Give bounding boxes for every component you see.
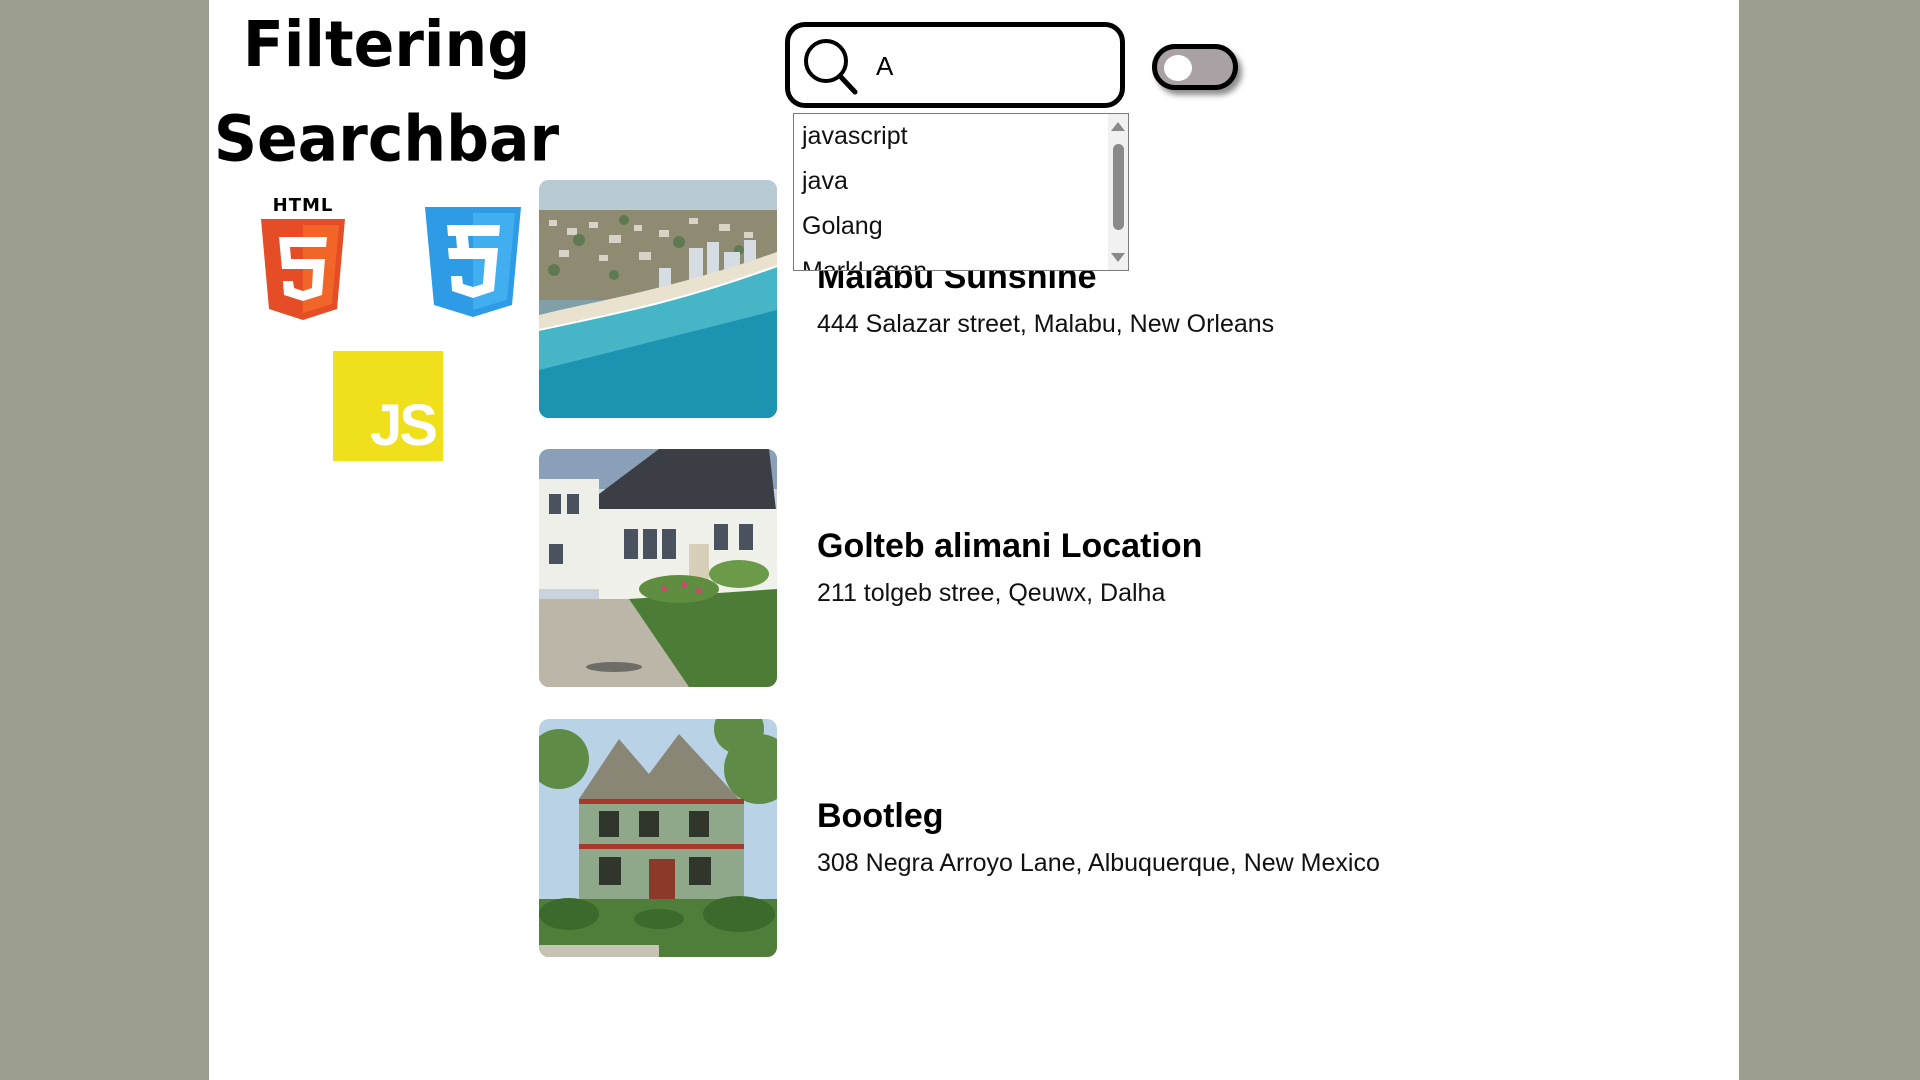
title-line-1: Filtering — [242, 8, 531, 82]
search-box[interactable]: A — [785, 22, 1125, 108]
white-house-photo — [539, 449, 777, 687]
theme-toggle[interactable] — [1152, 44, 1238, 90]
scroll-thumb[interactable] — [1113, 144, 1124, 230]
html5-shield-icon — [261, 219, 345, 320]
scroll-up-arrow-icon[interactable] — [1111, 122, 1125, 131]
dropdown-option[interactable]: Golang — [794, 204, 1128, 249]
toggle-knob — [1164, 55, 1192, 81]
css3-shield-icon — [425, 207, 521, 317]
dropdown-option[interactable]: java — [794, 159, 1128, 204]
listing-title[interactable]: Golteb alimani Location — [817, 527, 1202, 566]
html-logo-caption: HTML — [272, 195, 334, 216]
scroll-down-arrow-icon[interactable] — [1111, 253, 1125, 262]
dropdown-scrollbar[interactable] — [1108, 114, 1128, 270]
title-line-2: Searchbar — [213, 102, 560, 177]
javascript-logo-icon: JS — [333, 351, 443, 461]
beach-coast-photo — [539, 180, 777, 418]
dropdown-option[interactable]: MarkLogan — [794, 249, 1128, 270]
js-logo-text: JS — [370, 393, 438, 458]
brand-title: Filtering Searchbar — [209, 0, 564, 187]
search-input[interactable]: A — [876, 51, 893, 82]
html5-logo-icon: HTML — [259, 195, 347, 320]
search-icon — [804, 39, 858, 95]
listing-address: 211 tolgeb stree, Qeuwx, Dalha — [817, 579, 1166, 607]
listing-card[interactable]: Bootleg 308 Negra Arroyo Lane, Albuquerq… — [539, 719, 1439, 959]
dropdown-option[interactable]: javascript — [794, 114, 1128, 159]
green-victorian-house-photo — [539, 719, 777, 957]
css3-logo-icon — [423, 205, 523, 320]
listing-address: 444 Salazar street, Malabu, New Orleans — [817, 310, 1275, 338]
listing-address: 308 Negra Arroyo Lane, Albuquerque, New … — [817, 849, 1380, 877]
main-panel: Filtering Searchbar HTML JS A javascript… — [209, 0, 1739, 1080]
listing-title[interactable]: Bootleg — [817, 797, 944, 836]
listing-card[interactable]: Golteb alimani Location 211 tolgeb stree… — [539, 449, 1439, 689]
autocomplete-dropdown[interactable]: javascript java Golang MarkLogan — [793, 113, 1129, 271]
